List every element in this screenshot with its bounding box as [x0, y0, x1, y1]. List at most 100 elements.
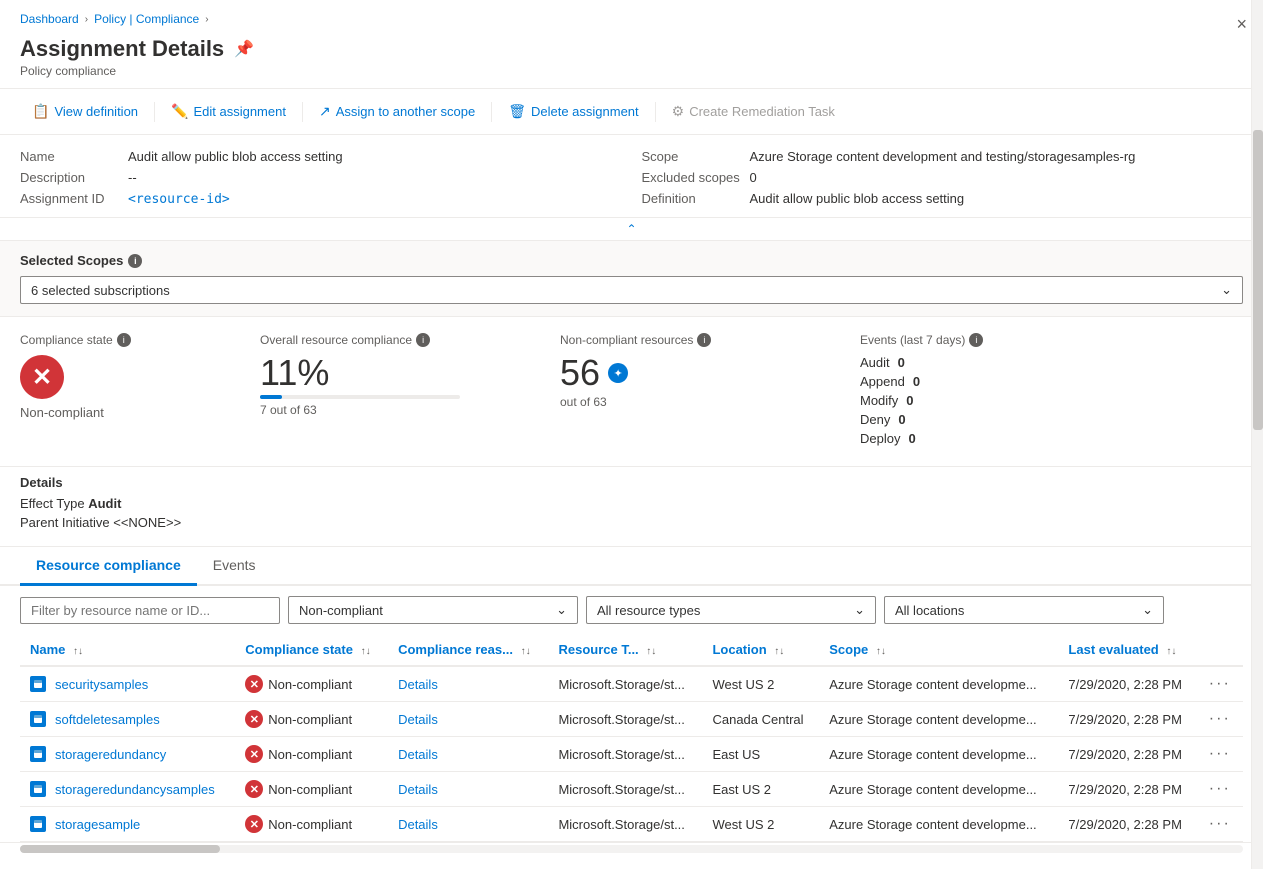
- detail-definition-row: Definition Audit allow public blob acces…: [642, 191, 1244, 207]
- sort-compliance-state-icon: ↑↓: [361, 646, 371, 657]
- compliance-icon-4: ✕: [245, 815, 263, 833]
- col-name[interactable]: Name ↑↓: [20, 634, 235, 666]
- cell-reason-0: Details: [388, 666, 548, 702]
- col-last-evaluated[interactable]: Last evaluated ↑↓: [1058, 634, 1198, 666]
- overall-compliance-info-icon[interactable]: i: [416, 333, 430, 347]
- compliance-filter-dropdown[interactable]: Non-compliant ⌄: [288, 596, 578, 624]
- policy-details-title: Details: [20, 475, 1243, 490]
- search-input[interactable]: [20, 597, 280, 624]
- scopes-dropdown-value: 6 selected subscriptions: [31, 283, 170, 298]
- details-link-2[interactable]: Details: [398, 747, 438, 762]
- delete-assignment-button[interactable]: 🗑 Delete assignment: [496, 97, 650, 126]
- assign-scope-button[interactable]: ↗ Assign to another scope: [307, 97, 487, 126]
- resource-link-2[interactable]: storageredundancy: [30, 746, 225, 762]
- scopes-info-icon[interactable]: i: [128, 254, 142, 268]
- resource-table: Name ↑↓ Compliance state ↑↓ Compliance r…: [20, 634, 1243, 842]
- edit-assignment-button[interactable]: ✏️ Edit assignment: [159, 97, 298, 126]
- col-resource-type[interactable]: Resource T... ↑↓: [548, 634, 702, 666]
- resource-link-4[interactable]: storagesample: [30, 816, 225, 832]
- compliance-state-info-icon[interactable]: i: [117, 333, 131, 347]
- details-link-4[interactable]: Details: [398, 817, 438, 832]
- detail-scope-row: Scope Azure Storage content development …: [642, 149, 1244, 164]
- more-button-4[interactable]: ···: [1209, 815, 1231, 832]
- resource-link-3[interactable]: storageredundancysamples: [30, 781, 225, 797]
- delete-assignment-icon: 🗑: [508, 103, 526, 120]
- details-grid: Name Audit allow public blob access sett…: [0, 135, 1263, 218]
- non-compliant-total: out of 63: [560, 395, 840, 409]
- resource-link-0[interactable]: securitysamples: [30, 676, 225, 692]
- detail-description-row: Description --: [20, 170, 622, 185]
- right-scrollbar[interactable]: [1251, 0, 1263, 869]
- breadcrumb-dashboard[interactable]: Dashboard: [20, 12, 79, 26]
- location-filter-value: All locations: [895, 603, 964, 618]
- tab-events[interactable]: Events: [197, 547, 272, 586]
- cell-scope-4: Azure Storage content developme...: [819, 807, 1058, 842]
- detail-definition-label: Definition: [642, 191, 742, 206]
- close-button[interactable]: ×: [1236, 14, 1247, 35]
- col-scope[interactable]: Scope ↑↓: [819, 634, 1058, 666]
- more-button-0[interactable]: ···: [1209, 675, 1231, 692]
- details-link-1[interactable]: Details: [398, 712, 438, 727]
- bottom-scrollbar[interactable]: [0, 842, 1263, 855]
- breadcrumb-policy-compliance[interactable]: Policy | Compliance: [94, 12, 199, 26]
- toolbar: 📋 View definition ✏️ Edit assignment ↗ A…: [0, 89, 1263, 135]
- cell-name-3: storageredundancysamples: [20, 772, 235, 807]
- cell-resource-type-3: Microsoft.Storage/st...: [548, 772, 702, 807]
- details-link-3[interactable]: Details: [398, 782, 438, 797]
- details-link-0[interactable]: Details: [398, 677, 438, 692]
- cell-reason-2: Details: [388, 737, 548, 772]
- non-compliant-info-icon[interactable]: i: [697, 333, 711, 347]
- cell-name-2: storageredundancy: [20, 737, 235, 772]
- more-button-2[interactable]: ···: [1209, 745, 1231, 762]
- toolbar-separator-3: [491, 102, 492, 122]
- compliance-icon-1: ✕: [245, 710, 263, 728]
- cell-more-2: ···: [1199, 737, 1243, 772]
- detail-assignment-id-value: <resource-id>: [128, 192, 230, 207]
- cell-more-1: ···: [1199, 702, 1243, 737]
- col-compliance-state[interactable]: Compliance state ↑↓: [235, 634, 388, 666]
- tab-resource-compliance[interactable]: Resource compliance: [20, 547, 197, 586]
- events-info-icon[interactable]: i: [969, 333, 983, 347]
- collapse-bar[interactable]: ⌃: [0, 218, 1263, 241]
- cell-scope-3: Azure Storage content developme...: [819, 772, 1058, 807]
- non-compliant-badge: ✦: [608, 363, 628, 383]
- non-compliant-icon: ✕: [20, 355, 64, 399]
- compliance-icon-2: ✕: [245, 745, 263, 763]
- sort-resource-type-icon: ↑↓: [646, 646, 656, 657]
- cell-name-1: softdeletesamples: [20, 702, 235, 737]
- col-location[interactable]: Location ↑↓: [702, 634, 819, 666]
- resource-link-1[interactable]: softdeletesamples: [30, 711, 225, 727]
- pin-icon[interactable]: 📌: [234, 39, 254, 59]
- effect-type-item: Effect Type Audit: [20, 496, 1243, 511]
- view-definition-icon: 📋: [32, 103, 49, 120]
- cell-resource-type-4: Microsoft.Storage/st...: [548, 807, 702, 842]
- cell-last-evaluated-4: 7/29/2020, 2:28 PM: [1058, 807, 1198, 842]
- toolbar-separator-2: [302, 102, 303, 122]
- view-definition-button[interactable]: 📋 View definition: [20, 97, 150, 126]
- create-remediation-button: ⚙ Create Remediation Task: [660, 97, 847, 126]
- overall-compliance-block: Overall resource compliance i 11% 7 out …: [260, 333, 540, 450]
- more-button-3[interactable]: ···: [1209, 780, 1231, 797]
- non-compliant-count: 56: [560, 355, 600, 391]
- cell-resource-type-1: Microsoft.Storage/st...: [548, 702, 702, 737]
- cell-compliance-1: ✕ Non-compliant: [235, 702, 388, 737]
- edit-assignment-icon: ✏️: [171, 103, 188, 120]
- compliance-state-title: Compliance state i: [20, 333, 240, 347]
- scopes-dropdown[interactable]: 6 selected subscriptions ⌄: [20, 276, 1243, 304]
- toolbar-separator-1: [154, 102, 155, 122]
- cell-scope-1: Azure Storage content developme...: [819, 702, 1058, 737]
- detail-excluded-scopes-row: Excluded scopes 0: [642, 170, 1244, 185]
- cell-scope-2: Azure Storage content developme...: [819, 737, 1058, 772]
- overall-compliance-progress-bar: [260, 395, 460, 399]
- more-button-1[interactable]: ···: [1209, 710, 1231, 727]
- cell-last-evaluated-0: 7/29/2020, 2:28 PM: [1058, 666, 1198, 702]
- resource-type-filter-dropdown[interactable]: All resource types ⌄: [586, 596, 876, 624]
- panel-title: Assignment Details: [20, 36, 224, 62]
- location-filter-dropdown[interactable]: All locations ⌄: [884, 596, 1164, 624]
- cell-location-4: West US 2: [702, 807, 819, 842]
- col-compliance-reason[interactable]: Compliance reas... ↑↓: [388, 634, 548, 666]
- cell-more-0: ···: [1199, 666, 1243, 702]
- tab-bar: Resource compliance Events: [0, 547, 1263, 586]
- toolbar-separator-4: [655, 102, 656, 122]
- scopes-dropdown-chevron: ⌄: [1221, 282, 1232, 298]
